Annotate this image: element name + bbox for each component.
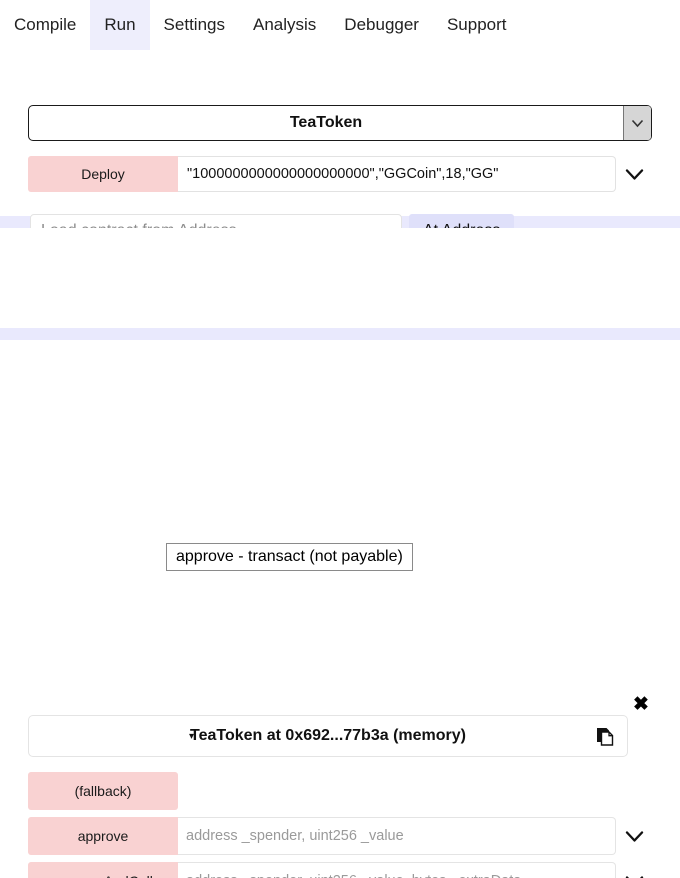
function-button-approveAndCall[interactable]: approveAndCall: [28, 862, 178, 878]
tab-compile[interactable]: Compile: [0, 0, 90, 50]
contract-select-value: TeaToken: [289, 114, 363, 131]
tab-settings[interactable]: Settings: [150, 0, 239, 50]
tab-debugger[interactable]: Debugger: [330, 0, 433, 50]
chevron-down-icon[interactable]: [616, 863, 652, 878]
deploy-row: Deploy: [28, 156, 652, 192]
chevron-down-icon[interactable]: [616, 818, 652, 854]
deploy-button[interactable]: Deploy: [28, 156, 178, 192]
function-args-input[interactable]: [178, 817, 616, 855]
function-button-approve[interactable]: approve: [28, 817, 178, 855]
instance-title: TeaToken at 0x692...77b3a (memory): [190, 727, 466, 744]
chevron-down-icon[interactable]: [616, 156, 652, 192]
tab-bar: Compile Run Settings Analysis Debugger Suppor…: [0, 0, 680, 50]
function-row: (fallback): [28, 772, 652, 810]
remix-run-panel: Compile Run Settings Analysis Debugger Suppor…: [0, 0, 680, 878]
instance-header[interactable]: ▾ TeaToken at 0x692...77b3a (memory): [28, 715, 628, 757]
function-args-input[interactable]: [178, 862, 616, 878]
chevron-down-icon[interactable]: ▾: [189, 731, 194, 742]
close-instance-icon[interactable]: ✖: [630, 693, 652, 715]
function-tooltip: approve - transact (not payable): [166, 543, 413, 571]
chevron-down-icon[interactable]: [623, 106, 651, 140]
function-list: (fallback)approveapproveAndCalltransfert…: [28, 772, 652, 878]
function-row: approveAndCall: [28, 862, 652, 878]
contract-select[interactable]: TeaToken: [28, 105, 652, 141]
contract-instance-card: ✖ ▾ TeaToken at 0x692...77b3a (memory) (…: [0, 340, 680, 878]
tab-run[interactable]: Run: [90, 0, 150, 50]
tab-support[interactable]: Support: [433, 0, 521, 50]
pending-transactions-card: 0 pending transactions: [0, 228, 680, 536]
function-button-fallback[interactable]: (fallback): [28, 772, 178, 810]
copy-icon[interactable]: [593, 724, 617, 748]
tab-analysis[interactable]: Analysis: [239, 0, 330, 50]
deploy-card: TeaToken Deploy At Address: [0, 50, 680, 248]
deploy-args-input[interactable]: [178, 156, 616, 192]
function-row: approve: [28, 817, 652, 855]
